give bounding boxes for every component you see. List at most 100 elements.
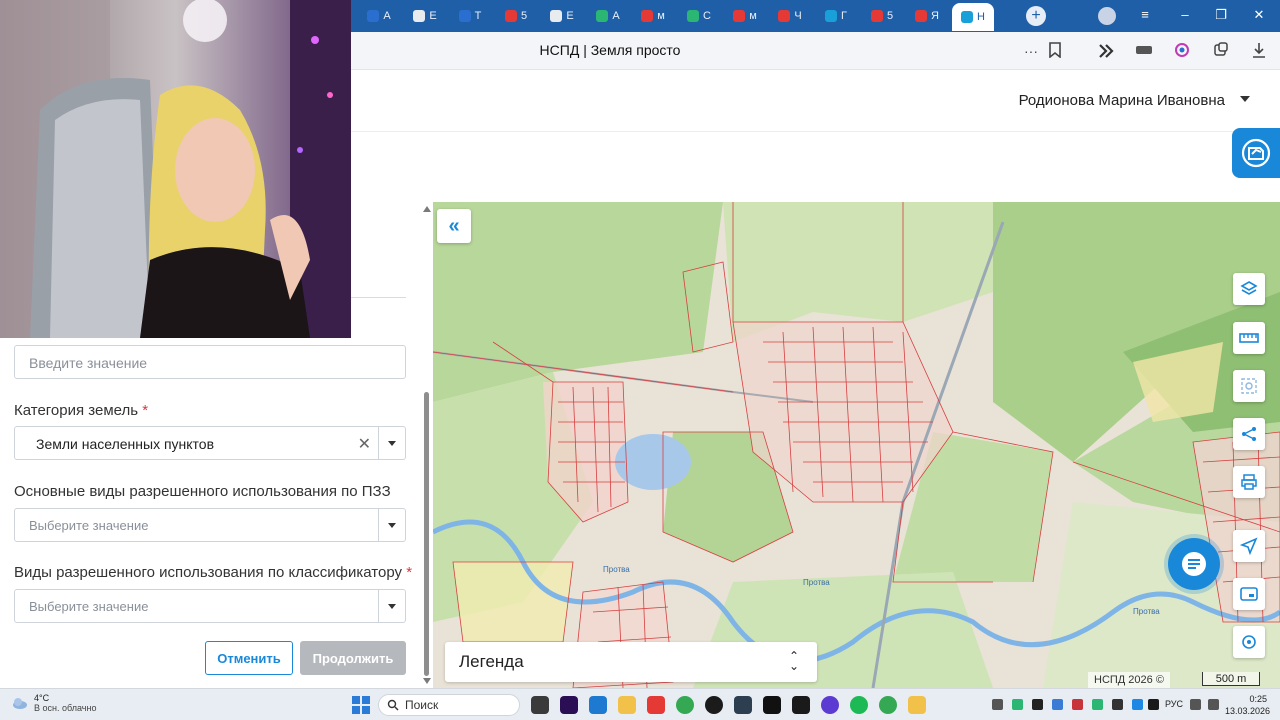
collapse-panel-button[interactable]: « [437,209,471,243]
extension-icon[interactable] [1097,42,1115,60]
pzz-usage-label: Основные виды разрешенного использования… [14,483,391,500]
browser-menu-icon[interactable]: ≡ [1136,7,1154,22]
print-button[interactable] [1233,466,1265,498]
feedback-widget[interactable] [1232,128,1280,178]
map-canvas[interactable]: Протва Протва Протва [433,202,1280,688]
chrome-profile-icon[interactable] [879,696,897,714]
tray-app-icon[interactable] [1012,699,1023,710]
scroll-down-icon[interactable] [423,678,431,684]
tray-app-icon[interactable] [1072,699,1083,710]
tray-app-icon[interactable] [1092,699,1103,710]
tray-app-icon[interactable] [1052,699,1063,710]
browser-tab[interactable]: Я [906,4,948,28]
browser-tab[interactable]: м [632,4,674,28]
browser-tab[interactable]: С [678,4,720,28]
lock-app-icon[interactable] [908,696,926,714]
select-separator [378,427,379,459]
tab-label: 5 [886,10,894,22]
classifier-usage-select[interactable]: Выберите значение [14,589,406,623]
share-button[interactable] [1233,418,1265,450]
legend-toggle-icon[interactable]: ⌃ ⌄ [789,650,799,672]
task-view-icon[interactable] [531,696,549,714]
browser-tab[interactable]: Т [449,4,491,28]
wifi-icon[interactable] [1190,699,1201,710]
tray-app-icon[interactable] [1032,699,1043,710]
download-icon[interactable] [1250,42,1268,60]
profile-icon[interactable] [1098,7,1116,25]
pzz-usage-select[interactable]: Выберите значение [14,508,406,542]
minimap-button[interactable] [1233,578,1265,610]
tray-app-icon[interactable] [1112,699,1123,710]
app-icon[interactable] [705,696,723,714]
browser-tab[interactable]: 5 [861,4,903,28]
capcut-icon[interactable] [763,696,781,714]
maximize-icon[interactable]: ❐ [1212,7,1230,23]
minimize-icon[interactable]: – [1176,7,1194,22]
clear-icon[interactable]: ✕ [358,434,371,454]
chrome-icon[interactable] [676,696,694,714]
clock[interactable]: 0:25 13.03.2026 [1225,693,1271,717]
photos-icon[interactable] [589,696,607,714]
navigate-button[interactable] [1233,530,1265,562]
clock-date: 13.03.2026 [1225,706,1271,716]
browser-tab[interactable]: Г [815,4,857,28]
value-input[interactable]: Введите значение [14,345,406,379]
input-language[interactable]: РУС [1165,699,1183,709]
sidebar-icon[interactable] [1135,42,1153,60]
folder-icon[interactable] [618,696,636,714]
collections-icon[interactable] [1173,42,1191,60]
tab-label: м [657,10,665,22]
chevron-down-icon[interactable] [388,441,396,446]
chevron-down-icon[interactable] [1240,96,1250,102]
start-button[interactable] [351,695,371,715]
tray-app-icon[interactable] [1148,699,1159,710]
spotify-icon[interactable] [850,696,868,714]
required-marker: * [406,564,413,581]
weather-widget[interactable]: 4°C В осн. облачно [12,693,96,713]
ruler-button[interactable] [1233,322,1265,354]
browser-tab[interactable]: 5 [495,4,537,28]
chevron-down-icon[interactable] [388,523,396,528]
browser-tab[interactable]: Ч [769,4,811,28]
tray-chevron-icon[interactable] [992,699,1003,710]
browser-tab[interactable]: Н [952,3,994,31]
area-select-button[interactable] [1233,370,1265,402]
bluetooth-icon[interactable] [1132,699,1143,710]
locate-button[interactable] [1233,626,1265,658]
browser-tab[interactable]: Е [541,4,583,28]
taskbar-search[interactable]: Поиск [378,694,520,716]
screenshot-icon[interactable] [1212,42,1230,60]
chat-button[interactable] [1168,538,1220,590]
bookmark-icon[interactable] [1046,42,1064,60]
panel-scrollbar[interactable] [422,206,431,684]
land-category-select[interactable]: Земли населенных пунктов ✕ [14,426,406,460]
obs-icon[interactable] [821,696,839,714]
scroll-thumb[interactable] [424,392,429,676]
continue-button[interactable]: Продолжить [300,641,406,675]
browser-tab[interactable]: А [587,4,629,28]
tab-favicon-icon [596,10,609,22]
browser-tab[interactable]: А [358,4,400,28]
tab-favicon-icon [641,10,654,22]
user-name[interactable]: Родионова Марина Ивановна [1019,92,1225,109]
browser-tab[interactable]: м [724,4,766,28]
close-window-icon[interactable]: ✕ [1250,7,1268,23]
tab-label: Ч [794,10,802,22]
sparkle-app-icon[interactable] [792,696,810,714]
legend-panel[interactable]: Легенда ⌃ ⌄ [445,642,817,682]
yandex-browser-icon[interactable] [647,696,665,714]
chevron-down-icon[interactable] [388,604,396,609]
cancel-button[interactable]: Отменить [205,641,293,675]
shield-icon[interactable] [734,696,752,714]
cadastral-map[interactable]: Протва Протва Протва [433,202,1280,688]
premiere-icon[interactable] [560,696,578,714]
cloud-icon [13,698,27,709]
browser-tab[interactable]: Е [404,4,446,28]
select-separator [378,509,379,541]
tab-favicon-icon [870,10,883,22]
layers-button[interactable] [1233,273,1265,305]
volume-icon[interactable] [1208,699,1219,710]
new-tab-button[interactable]: + [1026,6,1046,26]
more-options-icon[interactable]: ··· [1022,42,1040,60]
scroll-up-icon[interactable] [423,206,431,212]
